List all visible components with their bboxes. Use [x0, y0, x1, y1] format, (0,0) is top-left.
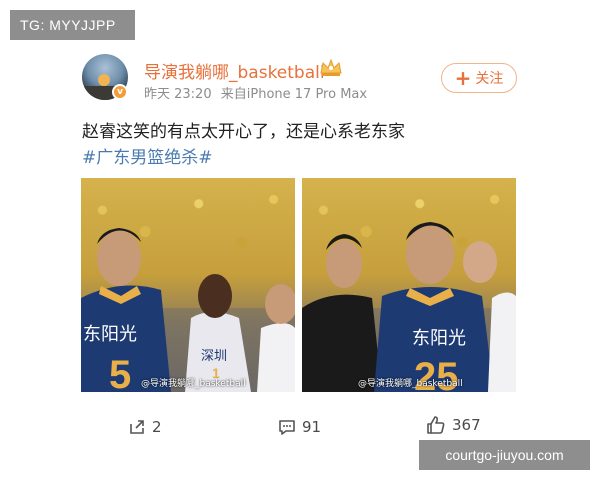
- jersey-text-1: 东阳光: [83, 324, 137, 345]
- thumbs-up-icon: [427, 416, 445, 434]
- share-count: 2: [152, 418, 162, 436]
- like-button[interactable]: 367: [426, 415, 481, 435]
- player-illustration-1: 东阳光 5 深圳 1: [81, 228, 295, 392]
- player-illustration-2: 东阳光 25: [302, 222, 516, 392]
- share-icon: [130, 420, 144, 434]
- username[interactable]: 导演我躺哪_basketball: [144, 58, 325, 83]
- tg-watermark-badge: TG: MYYJJPP: [10, 10, 135, 40]
- site-watermark-badge: courtgo-jiuyou.com: [419, 440, 590, 470]
- jersey-text-2: 东阳光: [412, 328, 466, 349]
- post-time: 昨天 23:20: [144, 87, 212, 102]
- verified-badge-icon: v: [112, 84, 128, 100]
- share-button[interactable]: 2: [128, 418, 162, 436]
- post-source: 来自iPhone 17 Pro Max: [220, 87, 368, 102]
- opponent-jersey-text: 深圳: [201, 349, 227, 364]
- comment-icon: [279, 420, 295, 435]
- image-watermark-1: @导演我躺哪_basketball: [141, 379, 246, 389]
- comment-count: 91: [302, 418, 322, 436]
- comment-button[interactable]: 91: [278, 418, 321, 436]
- avatar-sun: [98, 74, 110, 86]
- post-image-1[interactable]: 东阳光 5 深圳 1 @导演我躺哪_basketball: [81, 178, 295, 392]
- post-meta: 昨天 23:20 来自iPhone 17 Pro Max: [144, 83, 372, 102]
- plus-icon: +: [454, 66, 472, 90]
- post-text: 赵睿这笑的有点太开心了，还是心系老东家: [82, 122, 405, 142]
- hashtag-link[interactable]: #广东男篮绝杀#: [82, 143, 213, 168]
- follow-label: 关注: [475, 71, 504, 87]
- image-watermark-2: @导演我躺哪_basketball: [358, 379, 463, 389]
- crown-icon: [320, 58, 342, 76]
- post-image-2[interactable]: 东阳光 25 @导演我躺哪_basketball: [302, 178, 516, 392]
- jersey-number-1: 5: [109, 353, 131, 392]
- like-count: 367: [452, 416, 481, 434]
- follow-button[interactable]: + 关注: [441, 63, 517, 93]
